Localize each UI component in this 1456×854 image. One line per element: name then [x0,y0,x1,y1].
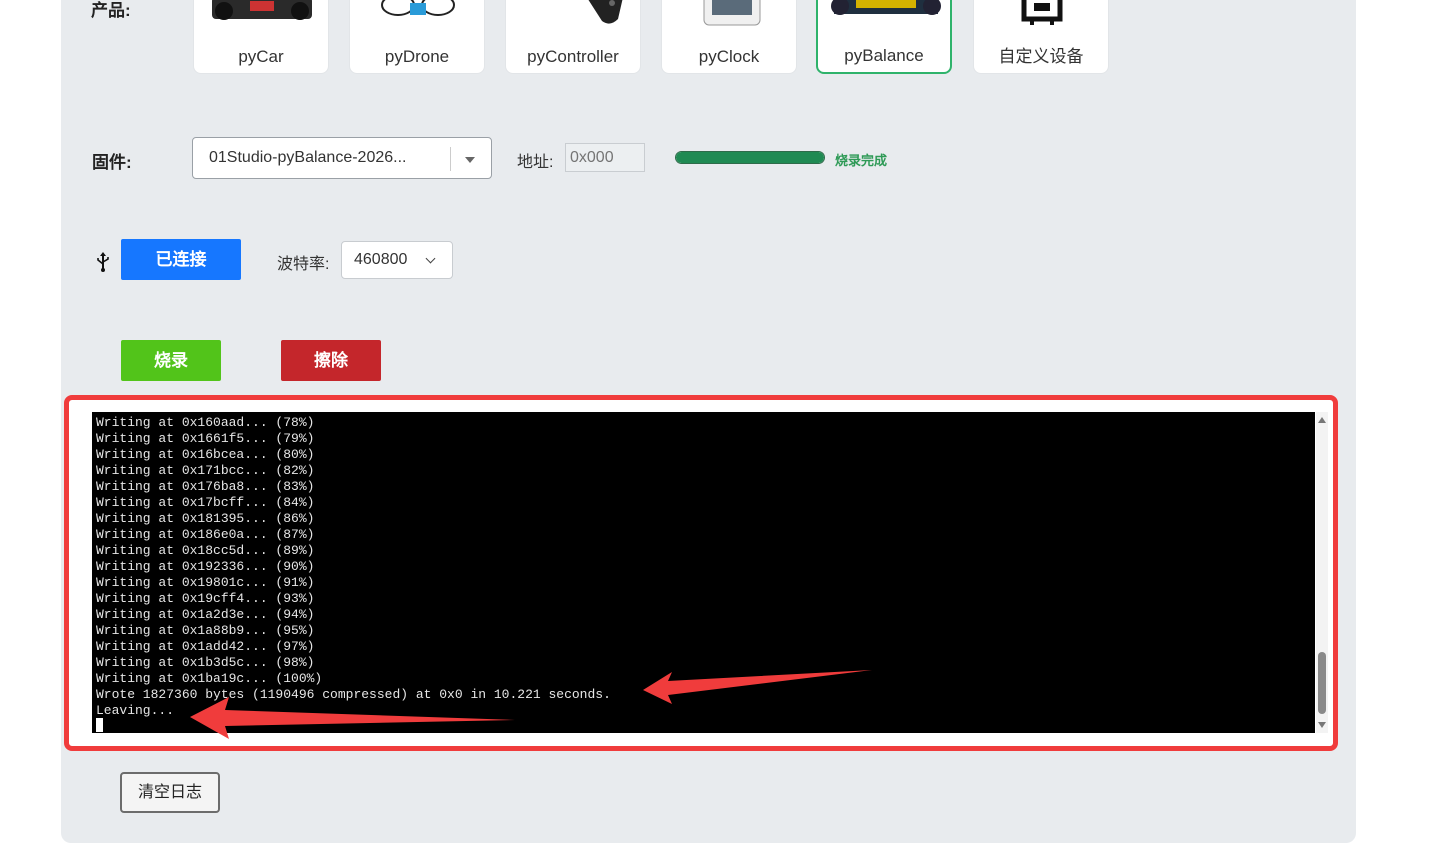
console-line: Leaving... [96,703,175,718]
pydrone-image [381,0,455,16]
console-line: Writing at 0x171bcc... (82%) [96,463,315,478]
console-line: Wrote 1827360 bytes (1190496 compressed)… [96,687,611,702]
console-output: Writing at 0x160aad... (78%) Writing at 0… [96,415,1315,719]
product-name: pyCar [238,47,284,66]
pyclock-image [703,0,761,26]
pybalance-image [831,0,941,15]
product-name: pyClock [698,47,760,66]
console-line: Writing at 0x19801c... (91%) [96,575,315,590]
chip-icon [1021,0,1063,25]
baud-rate-select[interactable]: 460800 [341,241,453,279]
scroll-down-icon[interactable] [1318,722,1326,728]
product-card-pydrone[interactable]: pyDrone [349,0,485,74]
address-input[interactable] [565,143,645,172]
firmware-label: 固件: [92,153,132,172]
product-card-pybalance[interactable]: pyBalance [816,0,952,74]
scrollbar-thumb[interactable] [1318,652,1326,714]
product-card-pyclock[interactable]: pyClock [661,0,797,74]
console-line: Writing at 0x19cff4... (93%) [96,591,315,606]
connect-button[interactable]: 已连接 [121,239,241,280]
log-console[interactable]: Writing at 0x160aad... (78%) Writing at 0… [92,412,1315,733]
console-scrollbar[interactable] [1316,412,1328,733]
console-line: Writing at 0x1ba19c... (100%) [96,671,323,686]
console-line: Writing at 0x176ba8... (83%) [96,479,315,494]
console-line: Writing at 0x16bcea... (80%) [96,447,315,462]
address-label: 地址: [517,154,554,171]
console-cursor [96,718,103,732]
product-card-custom-device[interactable]: 自定义设备 [973,0,1109,74]
console-line: Writing at 0x1add42... (97%) [96,639,315,654]
chevron-down-icon [425,253,436,264]
console-line: Writing at 0x1b3d5c... (98%) [96,655,315,670]
product-name: 自定义设备 [998,47,1084,66]
product-name: pyController [527,47,619,66]
scroll-up-icon[interactable] [1318,417,1326,423]
product-name: pyBalance [844,46,924,65]
pycontroller-image [588,0,623,24]
console-line: Writing at 0x160aad... (78%) [96,415,315,430]
console-line: Writing at 0x1a88b9... (95%) [96,623,315,638]
console-highlight-frame: Writing at 0x160aad... (78%) Writing at 0… [64,395,1338,751]
dropdown-arrow-icon [465,157,475,163]
baud-rate-value: 460800 [354,251,408,268]
firmware-select[interactable]: 01Studio-pyBalance-2026... [192,137,492,179]
progress-status-text: 烧录完成 [835,153,888,168]
console-line: Writing at 0x1661f5... (79%) [96,431,315,446]
console-line: Writing at 0x1a2d3e... (94%) [96,607,315,622]
progress-fill [676,152,824,163]
product-card-pycontroller[interactable]: pyController [505,0,641,74]
console-line: Writing at 0x181395... (86%) [96,511,315,526]
flash-progress-bar [675,151,825,164]
usb-icon [95,252,111,277]
erase-button[interactable]: 擦除 [281,340,381,381]
firmware-selected-value: 01Studio-pyBalance-2026... [209,149,407,166]
product-name: pyDrone [384,47,450,66]
baud-rate-label: 波特率: [277,256,330,273]
console-line: Writing at 0x17bcff... (84%) [96,495,315,510]
console-line: Writing at 0x192336... (90%) [96,559,315,574]
select-separator [450,147,451,171]
console-line: Writing at 0x186e0a... (87%) [96,527,315,542]
product-card-pycar[interactable]: pyCar [193,0,329,74]
flash-button[interactable]: 烧录 [121,340,221,381]
clear-log-button[interactable]: 清空日志 [120,772,220,813]
console-line: Writing at 0x18cc5d... (89%) [96,543,315,558]
product-label: 产品: [91,1,131,20]
pycar-image [212,0,312,20]
